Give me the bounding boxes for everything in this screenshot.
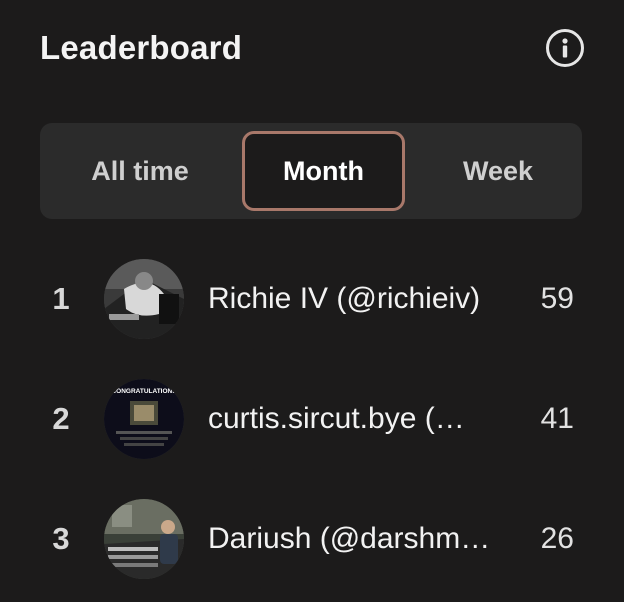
- avatar-text: CONGRATULATIONS: [111, 388, 177, 395]
- avatar[interactable]: [104, 499, 184, 579]
- leaderboard-row[interactable]: 1 Richie IV (@richieiv) 59: [40, 258, 584, 340]
- leaderboard-row[interactable]: 2 CONGRATULATIONS curtis.sircut.bye (… 4…: [40, 378, 584, 460]
- leaderboard-row[interactable]: 3 Dariush (@darshm… 26: [40, 498, 584, 580]
- tab-month[interactable]: Month: [242, 131, 405, 211]
- period-tabs: All time Month Week: [40, 123, 582, 219]
- info-icon[interactable]: [546, 29, 584, 67]
- score: 41: [540, 402, 574, 435]
- avatar[interactable]: [104, 259, 184, 339]
- leaderboard-header: Leaderboard: [40, 26, 584, 70]
- avatar[interactable]: CONGRATULATIONS: [104, 379, 184, 459]
- user-name: Richie IV (@richieiv): [208, 282, 481, 315]
- rank-number: 2: [52, 401, 70, 436]
- score: 59: [540, 282, 574, 315]
- tab-week[interactable]: Week: [410, 131, 586, 211]
- tab-all-time[interactable]: All time: [42, 131, 238, 211]
- rank-number: 1: [52, 281, 70, 316]
- page-title: Leaderboard: [40, 29, 243, 66]
- user-name: curtis.sircut.bye (…: [208, 402, 465, 435]
- score: 26: [540, 522, 574, 555]
- user-name: Dariush (@darshm…: [208, 522, 491, 555]
- rank-number: 3: [52, 521, 70, 556]
